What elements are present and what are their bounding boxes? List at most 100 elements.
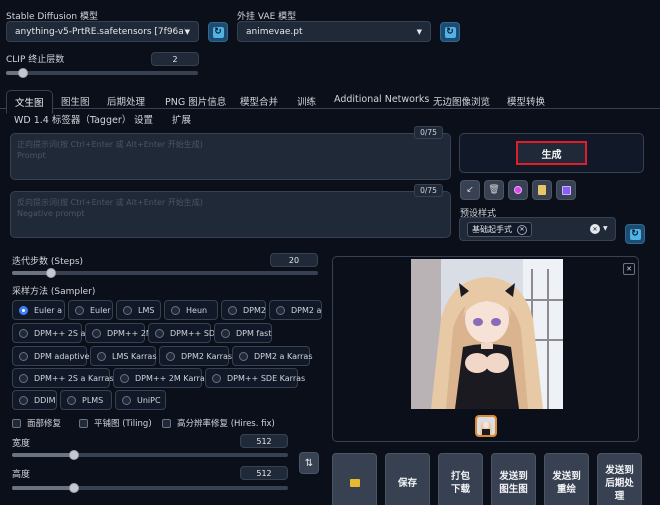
sampler-option[interactable]: DPM2 — [221, 300, 266, 320]
send-to-extras-button[interactable]: 发送到后期处理 — [597, 453, 642, 505]
radio-dot[interactable] — [19, 305, 28, 315]
radio-dot[interactable] — [67, 395, 76, 405]
steps-slider[interactable] — [12, 268, 318, 278]
vae-select[interactable]: animevae.pt ▼ — [237, 21, 431, 42]
tabs-divider — [0, 108, 660, 109]
remove-chip-icon[interactable]: ✕ — [517, 224, 527, 235]
sampler-option[interactable]: Heun — [164, 300, 218, 320]
tab-additional-networks[interactable]: Additional Networks — [334, 94, 429, 105]
sampler-option[interactable]: LMS Karras — [90, 346, 157, 366]
radio-dot[interactable] — [19, 395, 28, 405]
sampler-option[interactable]: DPM2 a — [269, 300, 322, 320]
tab-settings[interactable]: 设置 — [134, 112, 153, 126]
sampler-option[interactable]: DPM++ 2M Karras — [113, 368, 209, 388]
width-value-input[interactable]: 512 — [240, 434, 288, 448]
output-image[interactable] — [411, 259, 563, 409]
tab-img2img[interactable]: 图生图 — [61, 94, 90, 108]
clear-prompt-button[interactable]: 🗑 — [484, 180, 504, 200]
radio-dot[interactable] — [166, 351, 175, 361]
sampler-option[interactable]: Euler a — [12, 300, 65, 320]
open-folder-button[interactable] — [332, 453, 377, 505]
prompt-textarea[interactable]: 正向提示词(按 Ctrl+Enter 或 Alt+Enter 开始生成) Pro… — [10, 133, 451, 180]
sampler-option[interactable]: UniPC — [115, 390, 166, 410]
sampler-option[interactable]: DPM++ 2S a Karras — [12, 368, 114, 388]
tiling-checkbox[interactable]: 平铺图 (Tiling) — [79, 417, 152, 429]
sampler-option[interactable]: DPM2 Karras — [159, 346, 232, 366]
sampler-option-label: DDIM — [34, 395, 56, 405]
sampler-option[interactable]: DPM++ 2M — [85, 323, 153, 343]
hires-fix-checkbox[interactable]: 高分辨率修复 (Hires. fix) — [162, 417, 275, 429]
clear-style-icon[interactable]: ✕ — [590, 224, 600, 234]
sampler-option[interactable]: PLMS — [60, 390, 112, 410]
send-to-inpaint-button[interactable]: 发送到重绘 — [544, 453, 589, 505]
tab-extras[interactable]: 后期处理 — [107, 94, 145, 108]
clip-value-input[interactable]: 2 — [151, 52, 199, 66]
save-style-button[interactable] — [556, 180, 576, 200]
radio-dot[interactable] — [97, 351, 106, 361]
sampler-label: 采样方法 (Sampler) — [12, 287, 96, 297]
sampler-option[interactable]: DPM++ 2S a — [12, 323, 85, 343]
radio-dot[interactable] — [120, 373, 129, 383]
height-value-input[interactable]: 512 — [240, 466, 288, 480]
height-slider-fill — [12, 486, 75, 490]
radio-dot[interactable] — [19, 373, 28, 383]
vae-refresh-button[interactable]: ↻ — [440, 22, 460, 42]
tab-model-convert[interactable]: 模型转换 — [507, 94, 545, 108]
radio-dot[interactable] — [123, 305, 132, 315]
width-slider-handle[interactable] — [69, 450, 80, 460]
radio-dot[interactable] — [19, 328, 28, 338]
radio-dot[interactable] — [221, 328, 230, 338]
sampler-option[interactable]: DDIM — [12, 390, 57, 410]
zip-download-button[interactable]: 打包下载 — [438, 453, 483, 505]
sampler-option[interactable]: LMS — [116, 300, 161, 320]
apply-style-button[interactable] — [532, 180, 552, 200]
tab-image-browser[interactable]: 无边图像浏览 — [433, 94, 490, 108]
radio-dot[interactable] — [75, 305, 84, 315]
tab-png-info[interactable]: PNG 图片信息 — [165, 94, 226, 108]
height-slider-handle[interactable] — [69, 483, 80, 493]
width-slider[interactable] — [12, 450, 288, 460]
tab-train[interactable]: 训练 — [297, 94, 316, 108]
send-to-img2img-button[interactable]: 发送到图生图 — [491, 453, 536, 505]
checkbox-box[interactable] — [79, 418, 88, 428]
steps-slider-handle[interactable] — [46, 268, 57, 278]
radio-dot[interactable] — [19, 351, 28, 361]
height-slider[interactable] — [12, 483, 288, 493]
model-select[interactable]: anything-v5-PrtRE.safetensors [7f96a1a9c… — [6, 21, 199, 42]
save-button[interactable]: 保存 — [385, 453, 430, 505]
radio-dot[interactable] — [212, 373, 221, 383]
sampler-option[interactable]: DPM fast — [214, 323, 272, 343]
radio-dot[interactable] — [228, 305, 237, 315]
style-select[interactable]: 基础起手式 ✕ ✕ ▼ — [459, 217, 616, 241]
sampler-option[interactable]: DPM adaptive — [12, 346, 89, 366]
sampler-option[interactable]: DPM++ SDE — [148, 323, 220, 343]
extra-networks-button[interactable] — [508, 180, 528, 200]
sampler-option[interactable]: DPM++ SDE Karras — [205, 368, 305, 388]
sampler-option[interactable]: DPM2 a Karras — [232, 346, 312, 366]
style-refresh-button[interactable]: ↻ — [625, 224, 645, 244]
tab-extensions[interactable]: 扩展 — [172, 112, 191, 126]
generate-button[interactable]: 生成 — [516, 141, 587, 165]
sampler-option[interactable]: Euler — [68, 300, 113, 320]
model-refresh-button[interactable]: ↻ — [208, 22, 228, 42]
checkbox-box[interactable] — [12, 418, 21, 428]
clip-slider[interactable] — [6, 68, 198, 78]
radio-dot[interactable] — [239, 351, 248, 361]
read-params-button[interactable]: ↙ — [460, 180, 480, 200]
close-icon[interactable]: ✕ — [623, 263, 635, 275]
radio-dot[interactable] — [92, 328, 101, 338]
tab-merge[interactable]: 模型合并 — [240, 94, 278, 108]
tab-tagger[interactable]: WD 1.4 标签器（Tagger） — [14, 112, 131, 126]
negative-prompt-textarea[interactable]: 反向提示词(按 Ctrl+Enter 或 Alt+Enter 开始生成) Neg… — [10, 191, 451, 238]
clip-slider-handle[interactable] — [18, 68, 29, 78]
checkbox-box[interactable] — [162, 418, 171, 428]
tab-txt2img[interactable]: 文生图 — [6, 90, 53, 114]
face-restore-checkbox[interactable]: 面部修复 — [12, 417, 61, 429]
steps-value-input[interactable]: 20 — [270, 253, 318, 267]
radio-dot[interactable] — [171, 305, 180, 315]
radio-dot[interactable] — [276, 305, 285, 315]
radio-dot[interactable] — [155, 328, 164, 338]
output-thumbnail[interactable] — [475, 415, 497, 437]
radio-dot[interactable] — [122, 395, 131, 405]
swap-dimensions-button[interactable]: ⇅ — [299, 452, 319, 474]
